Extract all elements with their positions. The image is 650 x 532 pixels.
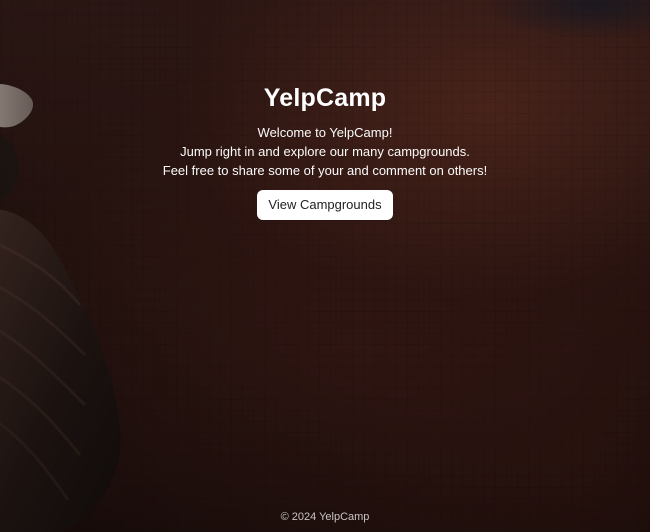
footer-copyright: © 2024 YelpCamp [280,511,370,523]
tagline-line-3: Feel free to share some of your and comm… [162,163,488,178]
landing-page: YelpCamp Welcome to YelpCamp! Jump right… [0,0,650,532]
hero-section: YelpCamp Welcome to YelpCamp! Jump right… [0,84,650,220]
welcome-text: Welcome to YelpCamp! [257,125,393,140]
tagline-line-2: Jump right in and explore our many campg… [180,144,470,159]
view-campgrounds-button[interactable]: View Campgrounds [257,190,393,220]
dark-overlay [0,0,650,532]
site-title: YelpCamp [263,84,387,112]
